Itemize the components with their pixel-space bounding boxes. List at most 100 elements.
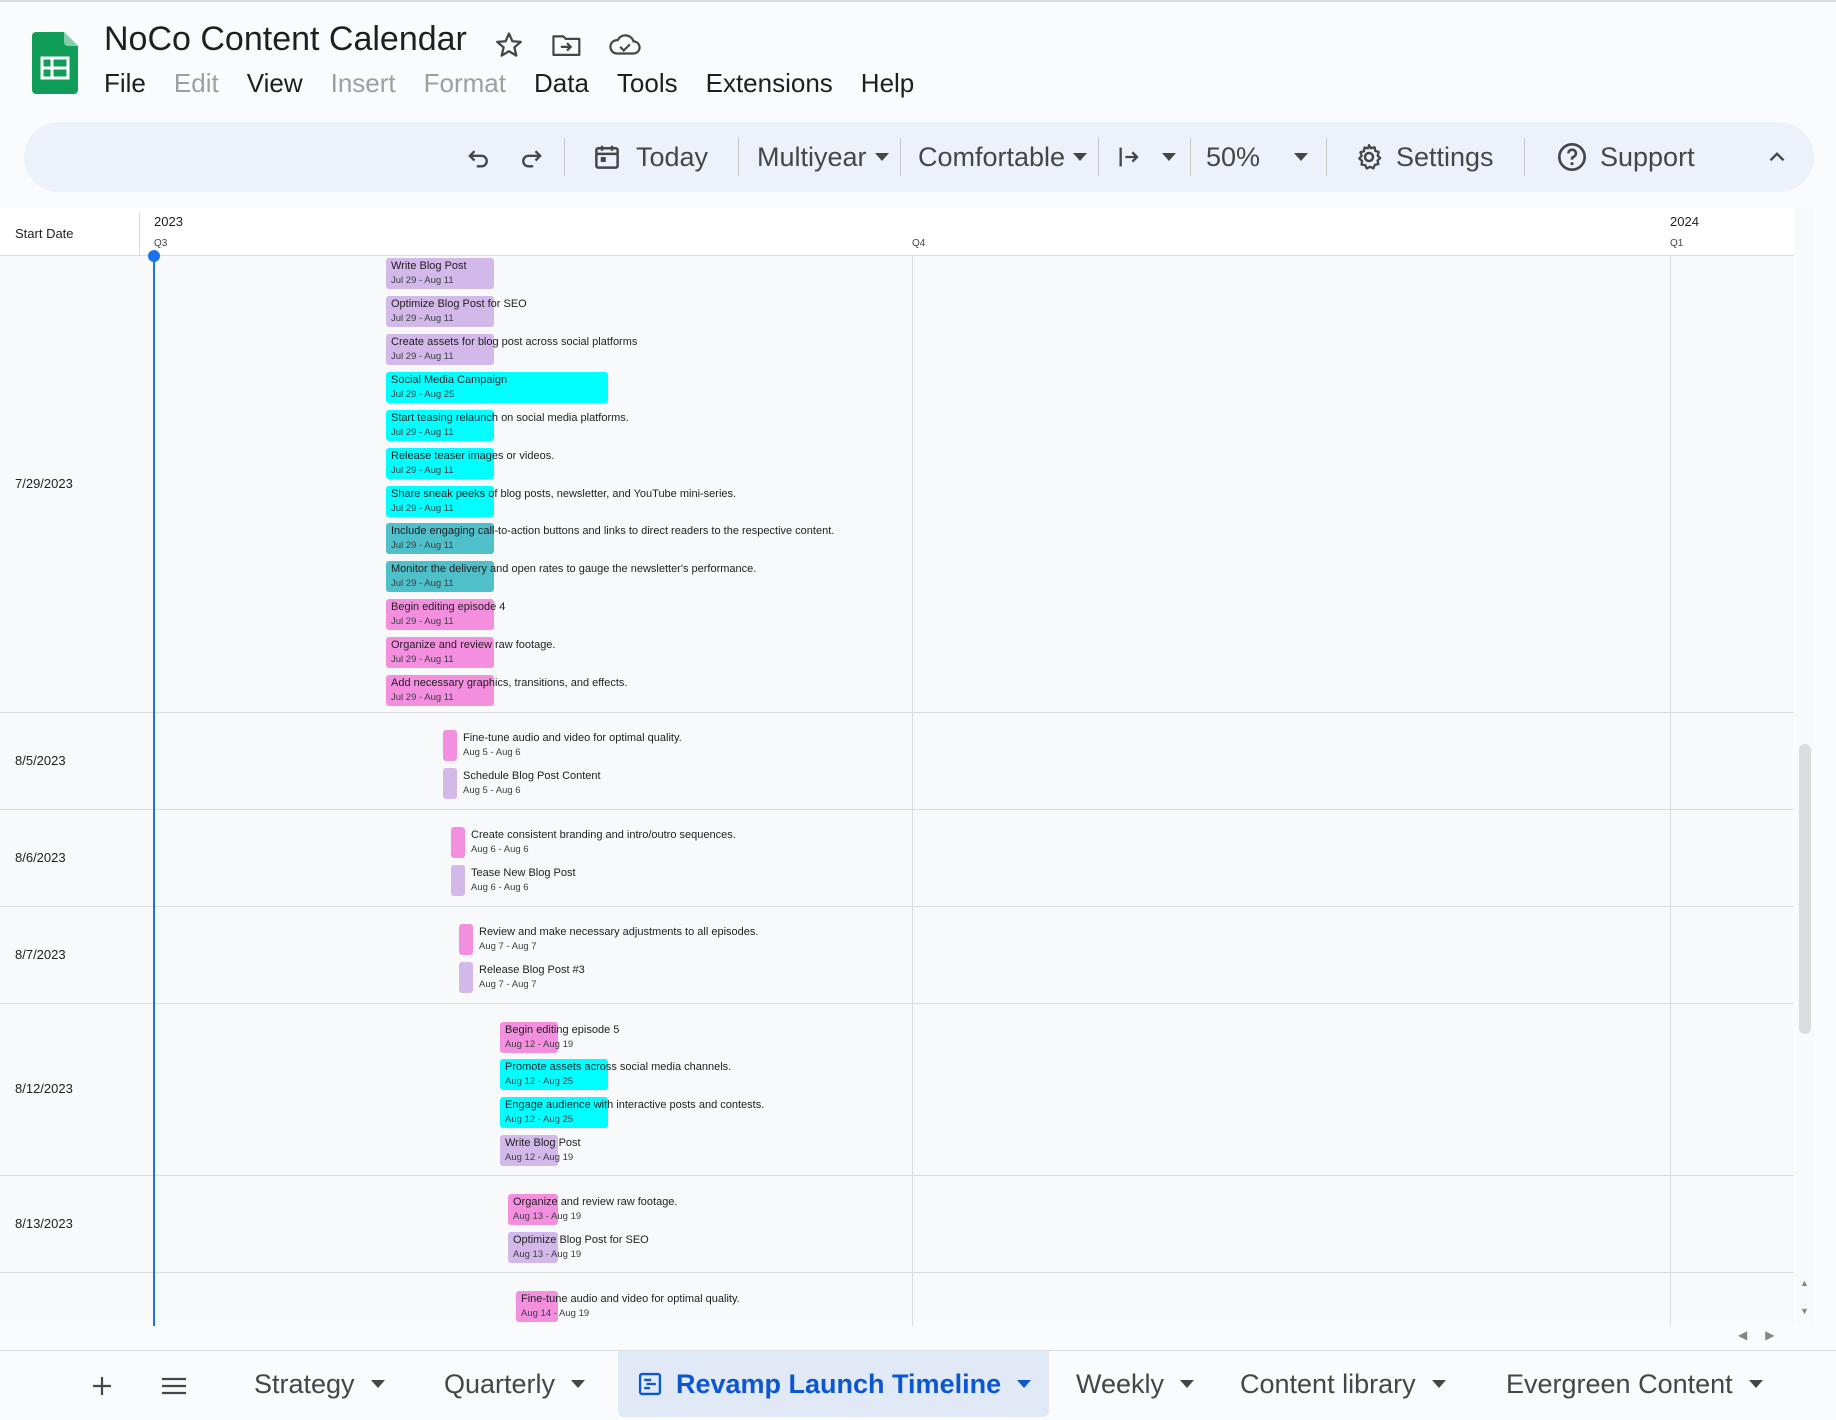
density-label: Comfortable	[918, 141, 1066, 172]
chevron-down-icon	[1294, 153, 1309, 161]
group-separator	[0, 906, 1794, 907]
scroll-down-icon[interactable]: ▼	[1800, 1306, 1809, 1316]
all-sheets-menu-icon[interactable]	[160, 1365, 188, 1407]
menu-extensions[interactable]: Extensions	[706, 68, 847, 99]
cloud-saved-icon[interactable]	[606, 26, 644, 64]
timeline-task-bar[interactable]: Begin editing episode 5 Aug 12 - Aug 19	[500, 1022, 619, 1053]
timeline-task-bar[interactable]: Create assets for blog post across socia…	[386, 334, 637, 365]
add-sheet-plus-icon[interactable]	[90, 1365, 114, 1407]
menu-help[interactable]: Help	[861, 68, 928, 99]
timeline-task-bar[interactable]: Add necessary graphics, transitions, and…	[386, 675, 627, 706]
timeline-header: Start Date 2023 2024 Q3 Q4 Q1	[0, 208, 1794, 256]
zoom-label: 50%	[1206, 141, 1261, 172]
timeline-task-bar[interactable]: Optimize Blog Post for SEO Jul 29 - Aug 1…	[386, 296, 527, 327]
task-date-range: Jul 29 - Aug 11	[391, 578, 454, 589]
menu-insert[interactable]: Insert	[331, 68, 410, 99]
sheet-tab[interactable]: Weekly	[1058, 1351, 1212, 1417]
timeline-task-bar[interactable]: Monitor the delivery and open rates to g…	[386, 561, 756, 592]
chevron-down-icon[interactable]	[1017, 1380, 1032, 1388]
menu-file[interactable]: File	[104, 68, 160, 99]
help-circle-icon	[1558, 143, 1586, 171]
collapse-toolbar-chevron-up-icon[interactable]	[1764, 122, 1790, 192]
task-date-range: Aug 13 - Aug 19	[513, 1211, 582, 1222]
timeline-task-bar[interactable]: Organize and review raw footage. Jul 29 -…	[386, 637, 555, 668]
timeline-task-bar[interactable]: Promote assets across social media chann…	[500, 1059, 731, 1090]
chevron-down-icon[interactable]	[1748, 1380, 1763, 1388]
year-label: 2024	[1670, 214, 1699, 229]
menu-view[interactable]: View	[247, 68, 317, 99]
sheet-tab-label: Quarterly	[444, 1368, 556, 1399]
menu-data[interactable]: Data	[534, 68, 603, 99]
sheet-tab[interactable]: Strategy	[236, 1351, 403, 1417]
timeline-task-bar[interactable]: Create consistent branding and intro/out…	[451, 827, 736, 858]
scroll-left-icon[interactable]: ◀	[1738, 1328, 1747, 1342]
menu-tools[interactable]: Tools	[617, 68, 692, 99]
task-date-range: Jul 29 - Aug 11	[391, 654, 454, 665]
sheets-app: NoCo Content Calendar File Edit View Insert…	[0, 0, 1836, 1420]
timeline-task-bar[interactable]: Begin editing episode 4 Jul 29 - Aug 11	[386, 599, 505, 630]
timeline-task-bar[interactable]: Share sneak peeks of blog posts, newslet…	[386, 486, 736, 517]
timeline-task-bar[interactable]: Release Blog Post #3 Aug 7 - Aug 7	[459, 962, 585, 993]
scrollbar-thumb[interactable]	[1799, 744, 1811, 1034]
quarter-gridline	[912, 256, 913, 1326]
timeline-task-bar[interactable]: Review and make necessary adjustments to…	[459, 924, 758, 955]
today-button[interactable]: Today	[592, 122, 708, 192]
support-button[interactable]: Support	[1556, 122, 1695, 192]
vertical-scrollbar[interactable]: ▲ ▼	[1796, 208, 1814, 1326]
timeline-task-bar[interactable]: Write Blog Post Aug 12 - Aug 19	[500, 1135, 581, 1166]
quarter-label: Q1	[1670, 238, 1684, 249]
google-sheets-logo-icon[interactable]	[32, 32, 78, 94]
year-label: 2023	[154, 214, 183, 229]
timeline-task-bar[interactable]: Optimize Blog Post for SEO Aug 13 - Aug 1…	[508, 1232, 649, 1263]
timeline-task-bar[interactable]: Release teaser images or videos. Jul 29 -…	[386, 448, 554, 479]
chevron-down-icon[interactable]	[370, 1380, 385, 1388]
star-icon[interactable]	[490, 26, 528, 64]
group-separator	[0, 712, 1794, 713]
scale-dropdown[interactable]: Multiyear	[757, 122, 889, 192]
group-separator	[0, 1003, 1794, 1004]
task-title: Include engaging call-to-action buttons …	[391, 525, 835, 537]
task-title: Tease New Blog Post	[471, 867, 576, 879]
timeline-task-bar[interactable]: Engage audience with interactive posts a…	[500, 1097, 764, 1128]
settings-button[interactable]: Settings	[1354, 122, 1494, 192]
density-dropdown[interactable]: Comfortable	[918, 122, 1088, 192]
timeline-task-bar[interactable]: Fine-tune audio and video for optimal qu…	[443, 730, 682, 761]
timeline-task-bar[interactable]: Schedule Blog Post Content Aug 5 - Aug 6	[443, 768, 601, 799]
start-date-header: Start Date	[15, 226, 74, 241]
chevron-down-icon[interactable]	[1180, 1380, 1195, 1388]
timeline-task-bar[interactable]: Fine-tune audio and video for optimal qu…	[516, 1291, 740, 1322]
timeline-task-bar[interactable]: Start teasing relaunch on social media p…	[386, 410, 629, 441]
sheet-tab[interactable]: Quarterly	[426, 1351, 603, 1417]
support-label: Support	[1600, 141, 1695, 172]
sheet-tab[interactable]: Evergreen Content	[1488, 1351, 1781, 1417]
sheet-tab[interactable]: Content library	[1222, 1351, 1464, 1417]
scroll-right-icon[interactable]: ▶	[1765, 1328, 1774, 1342]
scroll-up-icon[interactable]: ▲	[1800, 1278, 1809, 1288]
chevron-down-icon[interactable]	[1431, 1380, 1446, 1388]
quarter-label: Q3	[154, 238, 168, 249]
timeline-task-bar[interactable]: Organize and review raw footage. Aug 13 -…	[508, 1194, 677, 1225]
timeline-view[interactable]: Start Date 2023 2024 Q3 Q4 Q1 7/29/2023 8…	[0, 208, 1794, 1326]
task-date-range: Aug 12 - Aug 19	[505, 1039, 574, 1050]
task-title: Start teasing relaunch on social media p…	[391, 412, 629, 424]
task-title: Promote assets across social media chann…	[505, 1061, 732, 1073]
timeline-task-bar[interactable]: Include engaging call-to-action buttons …	[386, 523, 834, 554]
sheet-tab[interactable]: Revamp Launch Timeline	[618, 1351, 1050, 1417]
group-by-dropdown[interactable]	[1116, 122, 1176, 192]
task-title: Organize and review raw footage.	[391, 639, 556, 651]
scale-label: Multiyear	[757, 141, 867, 172]
timeline-task-bar[interactable]: Write Blog Post Jul 29 - Aug 11	[386, 258, 494, 289]
group-date-label: 8/13/2023	[15, 1216, 73, 1231]
redo-icon[interactable]	[518, 122, 546, 192]
chevron-down-icon[interactable]	[571, 1380, 586, 1388]
timeline-task-bar[interactable]: Tease New Blog Post Aug 6 - Aug 6	[451, 865, 576, 896]
timeline-task-bar[interactable]: Social Media Campaign Jul 29 - Aug 25	[386, 372, 608, 403]
sheet-tab-label: Weekly	[1076, 1368, 1165, 1399]
zoom-dropdown[interactable]: 50%	[1206, 122, 1309, 192]
title-actions	[490, 26, 644, 64]
menu-format[interactable]: Format	[424, 68, 520, 99]
move-to-folder-icon[interactable]	[548, 26, 586, 64]
undo-icon[interactable]	[464, 122, 492, 192]
menu-edit[interactable]: Edit	[174, 68, 233, 99]
document-title[interactable]: NoCo Content Calendar	[104, 20, 467, 59]
